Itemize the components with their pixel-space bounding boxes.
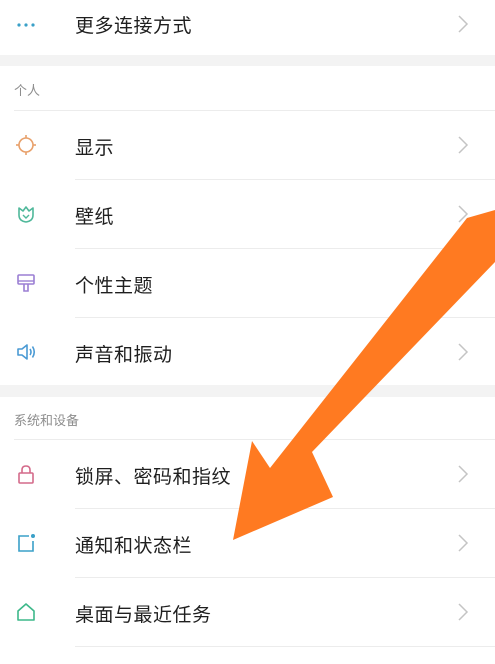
settings-screen: 更多连接方式 个人 显示 壁纸 个性主题 声音和振动 系统和设备 锁屏、密码和指… [0,0,495,664]
settings-item-label: 锁屏、密码和指纹 [75,466,232,488]
tulip-icon [14,202,38,226]
divider [75,646,495,647]
section-gap [0,55,495,66]
section-title-system: 系统和设备 [14,414,80,429]
settings-item-label: 显示 [75,137,115,159]
settings-item-sound[interactable]: 声音和振动 [0,318,495,386]
settings-item-label: 个性主题 [75,275,154,297]
chevron-right-icon [458,465,469,483]
lock-icon [14,462,38,486]
speaker-icon [14,340,38,364]
chevron-right-icon [458,136,469,154]
settings-item-lockscreen[interactable]: 锁屏、密码和指纹 [0,440,495,508]
settings-item-wallpaper[interactable]: 壁纸 [0,180,495,248]
brush-icon [14,271,38,295]
sun-icon [14,133,38,157]
chevron-right-icon [458,534,469,552]
settings-item-label: 通知和状态栏 [75,535,193,557]
chevron-right-icon [458,15,469,33]
more-dots-icon [14,13,38,37]
settings-item-themes[interactable]: 个性主题 [0,249,495,317]
settings-item-more-connections[interactable]: 更多连接方式 [0,0,495,50]
home-icon [14,600,38,624]
settings-item-display[interactable]: 显示 [0,111,495,179]
chevron-right-icon [458,343,469,361]
settings-item-label: 声音和振动 [75,344,173,366]
settings-item-home-recents[interactable]: 桌面与最近任务 [0,578,495,646]
section-gap [0,385,495,397]
notification-icon [14,531,38,555]
section-title-personal: 个人 [14,84,41,99]
settings-item-label: 桌面与最近任务 [75,604,212,626]
chevron-right-icon [458,205,469,223]
chevron-right-icon [458,603,469,621]
settings-item-label: 更多连接方式 [75,15,193,37]
settings-item-notifications[interactable]: 通知和状态栏 [0,509,495,577]
chevron-right-icon [458,274,469,292]
settings-item-label: 壁纸 [75,206,115,228]
